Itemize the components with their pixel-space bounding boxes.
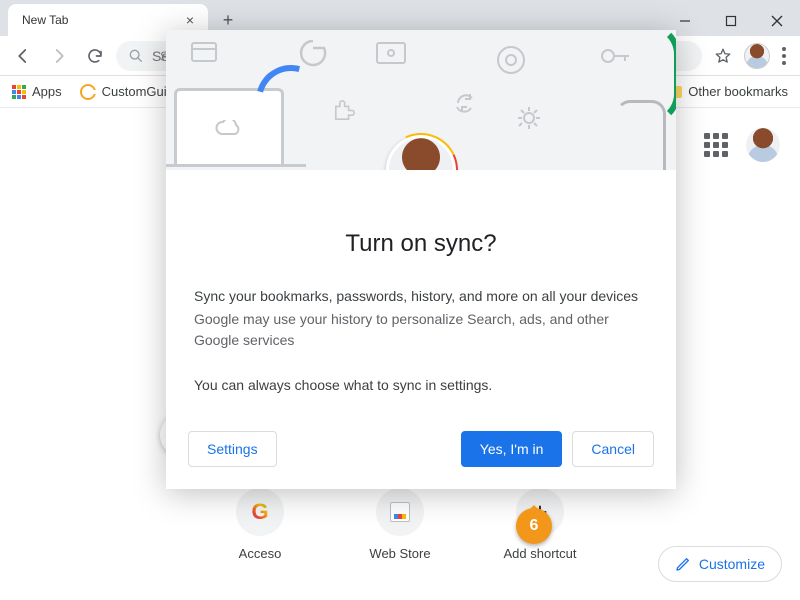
ticket-icon <box>376 42 406 64</box>
sync-dialog: Turn on sync? Sync your bookmarks, passw… <box>166 30 676 489</box>
yes-button-label: Yes, I'm in <box>480 441 544 457</box>
customguide-icon <box>80 84 96 100</box>
shortcut-label: Acceso <box>239 546 282 561</box>
dialog-title: Turn on sync? <box>194 230 648 258</box>
shortcut-web-store[interactable]: Web Store <box>350 488 450 561</box>
ntp-header <box>704 128 780 162</box>
forward-button[interactable] <box>44 41 74 71</box>
extension-icon <box>331 100 359 128</box>
google-g-icon: G <box>236 488 284 536</box>
step-number: 6 <box>530 517 539 535</box>
dialog-profile-avatar <box>386 135 456 170</box>
back-button[interactable] <box>8 41 38 71</box>
tab-title: New Tab <box>22 13 182 27</box>
apps-grid-icon <box>12 85 26 99</box>
dialog-text-2: Google may use your history to personali… <box>194 309 648 351</box>
sync-icon <box>453 90 479 116</box>
pencil-icon <box>675 556 691 572</box>
shortcut-acceso[interactable]: G Acceso <box>210 488 310 561</box>
other-bookmarks-folder[interactable]: Other bookmarks <box>666 84 788 99</box>
maximize-button[interactable] <box>708 6 754 36</box>
search-icon <box>128 48 144 64</box>
dialog-note: You can always choose what to sync in se… <box>194 377 648 393</box>
reload-button[interactable] <box>80 41 110 71</box>
key-icon <box>601 48 631 64</box>
shortcut-label: Web Store <box>369 546 430 561</box>
profile-avatar-button[interactable] <box>744 43 770 69</box>
yes-im-in-button[interactable]: Yes, I'm in <box>461 431 563 467</box>
dialog-body: Turn on sync? Sync your bookmarks, passw… <box>166 170 676 413</box>
settings-button[interactable]: Settings <box>188 431 277 467</box>
apps-bookmark[interactable]: Apps <box>12 84 62 99</box>
account-avatar[interactable] <box>746 128 780 162</box>
gear-icon <box>516 105 542 131</box>
window-controls <box>662 6 800 36</box>
other-bookmarks-label: Other bookmarks <box>688 84 788 99</box>
cancel-button-label: Cancel <box>591 441 635 457</box>
dialog-hero <box>166 30 676 170</box>
dialog-text-1: Sync your bookmarks, passwords, history,… <box>194 286 648 307</box>
apps-bookmark-label: Apps <box>32 84 62 99</box>
google-g-outline-icon <box>298 38 328 68</box>
google-apps-icon[interactable] <box>704 133 728 157</box>
settings-button-label: Settings <box>207 441 258 457</box>
close-window-button[interactable] <box>754 6 800 36</box>
step-callout: 6 <box>516 508 552 544</box>
customize-label: Customize <box>699 556 765 572</box>
bookmark-star-icon[interactable] <box>708 41 738 71</box>
web-store-icon <box>376 488 424 536</box>
chrome-menu-button[interactable] <box>776 41 792 71</box>
cloud-icon <box>214 120 244 136</box>
dialog-actions: Settings Yes, I'm in Cancel <box>166 413 676 489</box>
cancel-button[interactable]: Cancel <box>572 431 654 467</box>
customize-button[interactable]: Customize <box>658 546 782 582</box>
chrome-logo-outline-icon <box>496 45 526 75</box>
shortcut-label: Add shortcut <box>504 546 577 561</box>
close-tab-icon[interactable]: × <box>182 12 198 28</box>
card-icon <box>191 42 217 62</box>
